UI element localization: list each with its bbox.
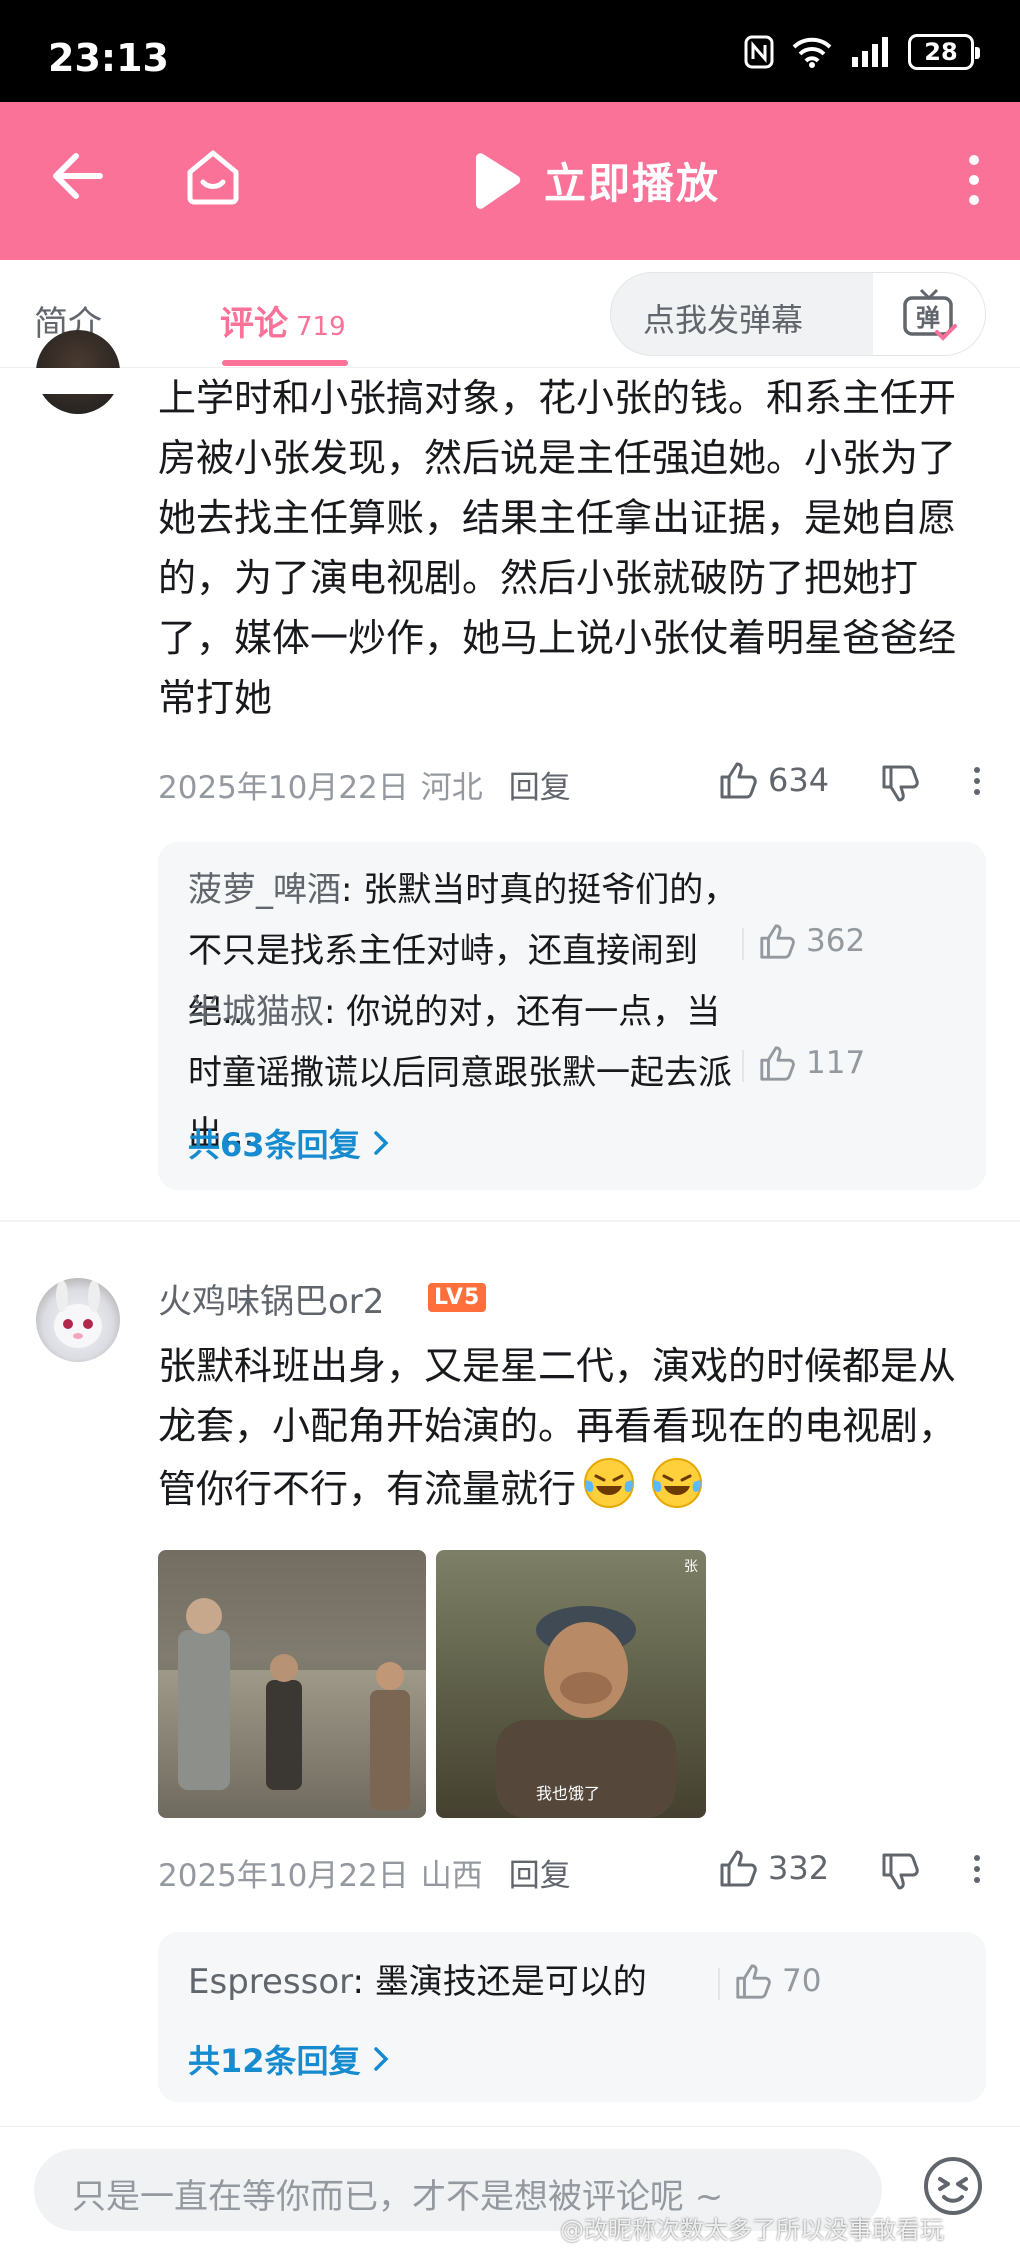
like-button[interactable]: 634 — [718, 760, 829, 800]
status-time: 23:13 — [48, 36, 169, 80]
danmaku-icon-char: 弹 — [916, 304, 940, 332]
status-bar: 23:13 28 — [0, 0, 1020, 102]
thumbs-up-icon — [720, 1850, 757, 1887]
thumbs-up-icon — [736, 1964, 771, 1999]
view-more-replies-link[interactable]: 共63条回复 — [188, 1120, 389, 1166]
comment-region: 河北 — [420, 770, 483, 806]
signal-icon — [852, 37, 888, 67]
home-icon[interactable] — [184, 148, 242, 206]
play-now-label: 立即播放 — [544, 159, 721, 208]
image-subtitle: 我也饿了 — [536, 1784, 601, 1803]
bunny-avatar-icon — [54, 1280, 102, 1348]
like-count: 332 — [768, 1849, 830, 1887]
comment-more-icon[interactable] — [972, 762, 982, 800]
reply-like-button[interactable]: 362 — [741, 922, 866, 960]
reply-user[interactable]: Espressor — [188, 1962, 353, 2002]
content-tabs: 简介 评论 719 点我发弹幕 弹 — [0, 260, 1020, 368]
reply-button[interactable]: 回复 — [509, 770, 571, 806]
reply-like-count: 70 — [782, 1963, 822, 1999]
thumbs-down-icon[interactable] — [880, 1852, 920, 1892]
play-icon — [476, 152, 521, 209]
level-badge: LV5 — [428, 1283, 487, 1312]
thumbs-up-icon — [760, 1046, 795, 1081]
wifi-icon — [792, 37, 832, 68]
chevron-right-icon — [373, 1131, 389, 1155]
reply-preview-box[interactable]: Espressor: 墨演技还是可以的 70 共12条回复 — [158, 1932, 986, 2102]
video-top-bar: 立即播放 — [0, 102, 1020, 260]
emoji-icon[interactable] — [922, 2155, 984, 2217]
comment-text: 上学时和小张搞对象，花小张的钱。和系主任开房被小张发现，然后说是主任强迫她。小张… — [158, 376, 957, 720]
comment-date: 2025年10月22日 — [158, 770, 409, 806]
reply-preview-box[interactable]: 菠萝_啤酒: 张默当时真的挺爷们的，不只是找系主任对峙，还直接闹到纪... 36… — [158, 842, 986, 1190]
comment-username[interactable]: 火鸡味锅巴or2 — [158, 1274, 384, 1323]
reply-user[interactable]: 菠萝_啤酒 — [188, 870, 341, 910]
reply-like-button[interactable]: 70 — [717, 1962, 822, 2000]
nfc-icon — [744, 35, 774, 69]
play-now-button[interactable]: 立即播放 — [470, 150, 720, 211]
reply-button[interactable]: 回复 — [509, 1858, 571, 1894]
status-icons: 28 — [744, 34, 980, 70]
comment-text: 张默科班出身，又是星二代，演戏的时候都是从龙套，小配角开始演的。再看看现在的电视… — [158, 1336, 978, 1527]
actor-eating-image — [496, 1606, 676, 1818]
more-replies-label: 共63条回复 — [188, 1126, 361, 1164]
comment-image[interactable] — [158, 1550, 426, 1818]
comment-region: 山西 — [420, 1858, 483, 1894]
avatar[interactable] — [36, 1278, 120, 1362]
comment-more-icon[interactable] — [972, 1850, 982, 1888]
laugh-cry-emoji-icon — [650, 1456, 704, 1527]
like-button[interactable]: 332 — [718, 1848, 829, 1888]
danmaku-toggle-icon[interactable]: 弹 — [873, 273, 985, 355]
reply-text: 墨演技还是可以的 — [374, 1962, 647, 2002]
thumbs-down-icon[interactable] — [880, 764, 920, 804]
active-tab-indicator — [222, 360, 348, 366]
danmaku-input[interactable]: 点我发弹幕 弹 — [610, 272, 986, 356]
tv-danmaku-icon: 弹 — [903, 288, 957, 341]
back-arrow-icon[interactable] — [52, 152, 104, 200]
comment-divider — [0, 1220, 1020, 1222]
reply-preview-1[interactable]: Espressor: 墨演技还是可以的 — [188, 1952, 748, 2013]
reply-like-count: 117 — [806, 1045, 866, 1081]
chevron-right-icon — [373, 2047, 389, 2071]
comment-count: 719 — [296, 312, 346, 342]
comment-date: 2025年10月22日 — [158, 1858, 409, 1894]
image-watermark: 张 — [684, 1559, 698, 1575]
view-more-replies-link[interactable]: 共12条回复 — [188, 2036, 389, 2082]
laugh-cry-emoji-icon — [582, 1456, 636, 1527]
reply-like-button[interactable]: 117 — [741, 1044, 866, 1082]
comment-text-body: 张默科班出身，又是星二代，演戏的时候都是从龙套，小配角开始演的。再看看现在的电视… — [158, 1344, 957, 1511]
like-count: 634 — [768, 761, 830, 799]
comment-meta: 2025年10月22日 山西 回复 — [158, 1850, 571, 1895]
battery-indicator: 28 — [908, 34, 980, 70]
tab-comments[interactable]: 评论 719 — [220, 296, 346, 345]
thumbs-up-icon — [720, 762, 757, 799]
thumbs-up-icon — [760, 924, 795, 959]
more-replies-label: 共12条回复 — [188, 2042, 361, 2080]
reply-user[interactable]: 半城猫叔 — [188, 992, 324, 1032]
danmaku-placeholder: 点我发弹幕 — [643, 301, 804, 339]
watermark: @改昵称次数太多了所以没事敢看玩 — [560, 2216, 944, 2244]
street-scene-image — [158, 1550, 426, 1810]
tab-comments-label: 评论 — [220, 304, 288, 344]
comment-image[interactable]: 我也饿了 张 — [436, 1550, 706, 1818]
comment-meta: 2025年10月22日 河北 回复 — [158, 762, 571, 807]
more-vert-icon[interactable] — [968, 154, 980, 206]
reply-like-count: 362 — [806, 923, 866, 959]
